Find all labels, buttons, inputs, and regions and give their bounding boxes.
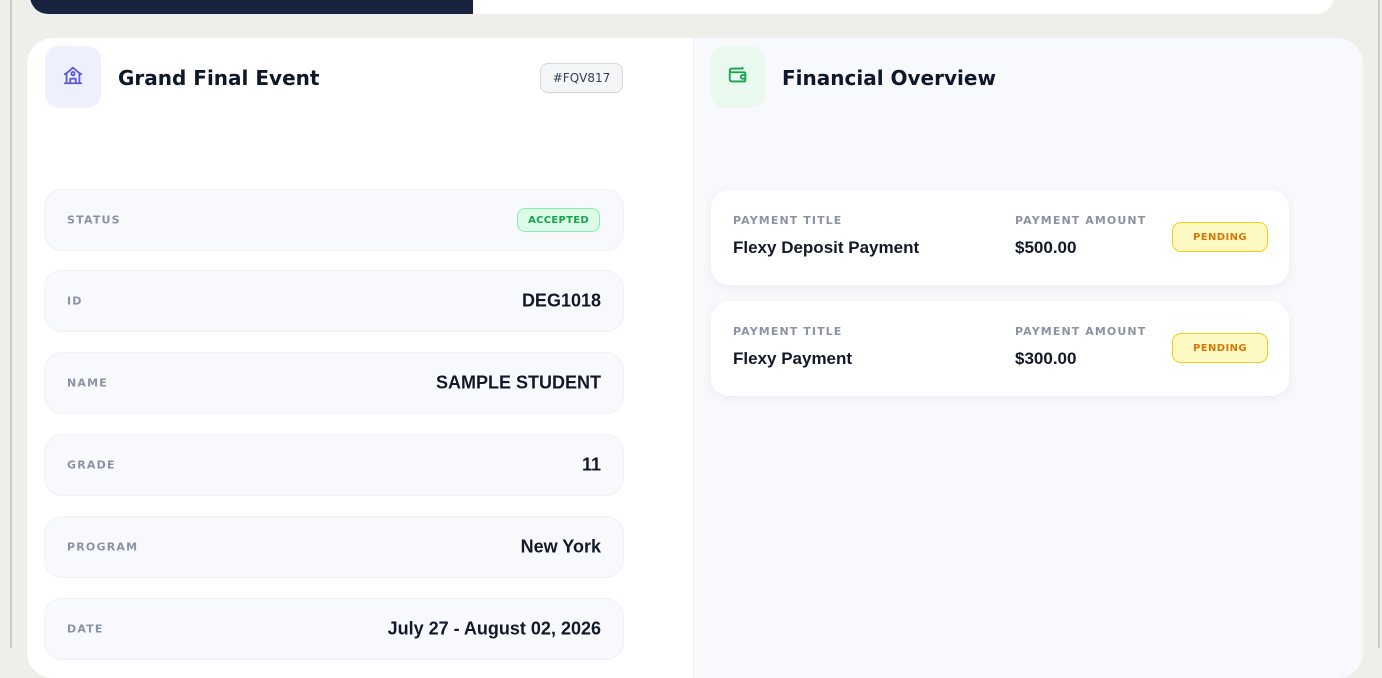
detail-label: ID	[67, 294, 83, 308]
payment-amount: $500.00	[1015, 238, 1077, 257]
payment-title: Flexy Deposit Payment	[733, 238, 920, 257]
payment-card[interactable]: PAYMENT TITLE Flexy Deposit Payment PAYM…	[711, 190, 1289, 285]
detail-value: 11	[581, 454, 601, 475]
detail-value: DEG1018	[521, 290, 601, 311]
detail-label: NAME	[67, 376, 108, 390]
detail-label: PROGRAM	[67, 540, 139, 554]
wallet-icon	[727, 64, 749, 90]
detail-label: STATUS	[67, 213, 121, 227]
top-tab-strip	[30, 0, 1334, 14]
payment-status-badge: PENDING	[1172, 333, 1268, 363]
detail-row-date: DATE July 27 - August 02, 2026	[44, 598, 624, 660]
app-frame: Grand Final Event #FQV817 STATUS ACCEPTE…	[0, 0, 1382, 678]
pane-divider	[693, 38, 694, 678]
payment-title-label: PAYMENT TITLE	[733, 325, 843, 338]
payment-amount-label: PAYMENT AMOUNT	[1015, 325, 1147, 338]
event-icon-tile	[45, 46, 101, 108]
payment-amount: $300.00	[1015, 349, 1077, 368]
detail-label: GRADE	[67, 458, 116, 472]
payment-title-label: PAYMENT TITLE	[733, 214, 843, 227]
financial-icon-tile	[711, 46, 765, 108]
detail-value: New York	[520, 536, 601, 557]
detail-label: DATE	[67, 622, 104, 636]
top-progress-bar	[30, 0, 473, 14]
event-title: Grand Final Event	[118, 66, 320, 90]
detail-value: SAMPLE STUDENT	[435, 372, 601, 393]
payment-amount-label: PAYMENT AMOUNT	[1015, 214, 1147, 227]
detail-row-grade: GRADE 11	[44, 434, 624, 496]
window-edge-right	[1378, 0, 1380, 648]
event-code-chip: #FQV817	[540, 63, 623, 93]
financial-title: Financial Overview	[782, 66, 996, 90]
window-edge-left	[10, 0, 12, 648]
payment-title: Flexy Payment	[733, 349, 853, 368]
detail-row-id: ID DEG1018	[44, 270, 624, 332]
detail-row-status: STATUS ACCEPTED	[44, 189, 624, 251]
building-icon	[62, 64, 84, 90]
detail-row-name: NAME SAMPLE STUDENT	[44, 352, 624, 414]
detail-row-program: PROGRAM New York	[44, 516, 624, 578]
payment-card[interactable]: PAYMENT TITLE Flexy Payment PAYMENT AMOU…	[711, 301, 1289, 396]
status-badge: ACCEPTED	[517, 208, 600, 232]
detail-value: July 27 - August 02, 2026	[387, 618, 601, 639]
payment-status-badge: PENDING	[1172, 222, 1268, 252]
